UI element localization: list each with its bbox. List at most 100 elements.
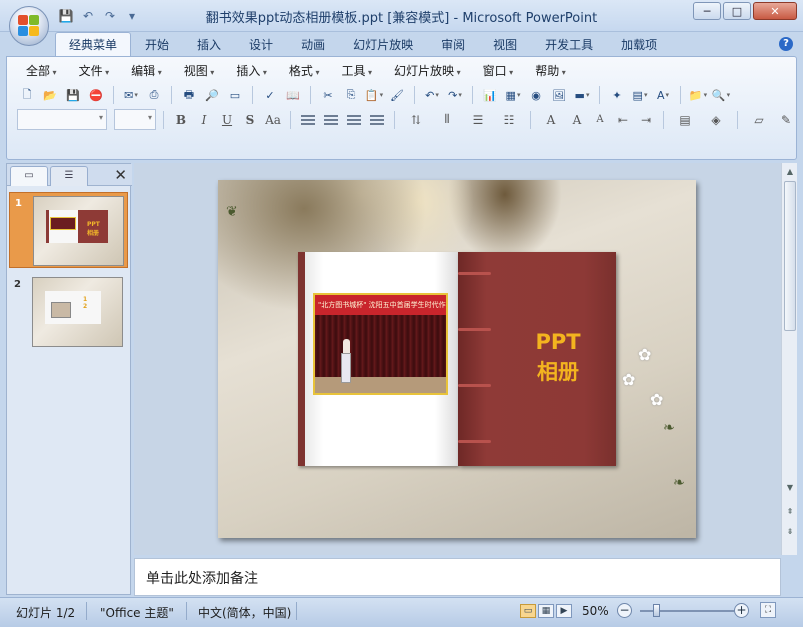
tab-slide-show[interactable]: 幻灯片放映	[339, 32, 427, 57]
save-toolbar-icon[interactable]: 💾	[63, 85, 83, 105]
shapes-icon[interactable]: ◈	[702, 110, 730, 130]
tab-insert[interactable]: 插入	[183, 32, 235, 57]
tab-review[interactable]: 审阅	[427, 32, 479, 57]
chart-icon[interactable]: 📊	[480, 85, 500, 105]
align-left-icon[interactable]	[298, 110, 318, 130]
format-painter-icon[interactable]: 🖌	[387, 85, 407, 105]
language-indicator[interactable]: 中文(简体，中国)	[198, 604, 291, 621]
underline-button[interactable]: U	[217, 110, 237, 130]
menu-edit[interactable]: 编辑	[122, 63, 171, 81]
menu-slide-show[interactable]: 幻灯片放映	[385, 63, 470, 81]
close-button[interactable]: ✕	[753, 2, 797, 20]
tab-slides[interactable]: ▭	[10, 166, 48, 186]
zoom-out-icon[interactable]: −	[617, 603, 632, 618]
scroll-thumb[interactable]	[784, 181, 796, 331]
increase-indent-icon[interactable]: ⇥	[636, 110, 656, 130]
tab-outline[interactable]: ☰	[50, 166, 88, 186]
zoom-in-icon[interactable]: +	[734, 603, 749, 618]
spelling-icon[interactable]: ✓	[260, 85, 280, 105]
theme-name[interactable]: "Office 主题"	[100, 604, 174, 621]
italic-button[interactable]: I	[194, 110, 214, 130]
help-icon[interactable]: ?	[779, 37, 793, 51]
shadow-button[interactable]: S	[240, 110, 260, 130]
scroll-down-icon[interactable]: ▼	[783, 481, 797, 495]
menu-format[interactable]: 格式	[280, 63, 329, 81]
undo-toolbar-icon[interactable]: ↶	[422, 85, 442, 105]
align-right-icon[interactable]	[344, 110, 364, 130]
font-name-combo[interactable]	[17, 109, 107, 130]
research-icon[interactable]: 📖	[283, 85, 303, 105]
redo-toolbar-icon[interactable]: ↷	[445, 85, 465, 105]
attach-icon[interactable]: ✉	[121, 85, 141, 105]
shape-fill-icon[interactable]: ▱	[745, 110, 773, 130]
maximize-button[interactable]: □	[723, 2, 751, 20]
menu-file[interactable]: 文件	[70, 63, 119, 81]
tab-add-ins[interactable]: 加载项	[607, 32, 671, 57]
new-slide-icon[interactable]: ✦	[607, 85, 627, 105]
publish-icon[interactable]: ⎙	[144, 85, 164, 105]
align-center-icon[interactable]	[321, 110, 341, 130]
previous-slide-icon[interactable]: ⇞	[783, 505, 797, 519]
vertical-scrollbar[interactable]: ▲ ▼ ⇞ ⇟	[781, 163, 797, 555]
menu-insert[interactable]: 插入	[227, 63, 276, 81]
menu-all[interactable]: 全部	[17, 63, 66, 81]
slide-thumbnail-2[interactable]: 2 12	[9, 274, 128, 350]
grayscale-icon[interactable]: ▬	[572, 85, 592, 105]
folder-icon[interactable]: 📁	[688, 85, 708, 105]
decrease-indent-icon[interactable]: ⇤	[613, 110, 633, 130]
find-icon[interactable]: 🔍	[711, 85, 731, 105]
clipart-icon[interactable]: ◉	[526, 85, 546, 105]
menu-view[interactable]: 视图	[175, 63, 224, 81]
picture-icon[interactable]: 🖼	[549, 85, 569, 105]
print-icon[interactable]: 🖶	[179, 85, 199, 105]
zoom-level[interactable]: 50%	[582, 604, 609, 618]
album-photo[interactable]: "北方图书城杯" 沈阳五中首届学生时代作品大赛	[313, 293, 448, 395]
permission-icon[interactable]: ⛔	[86, 85, 106, 105]
numbering-icon[interactable]: ☰	[464, 110, 492, 130]
office-button[interactable]	[9, 6, 49, 46]
slide-show-icon[interactable]: ▶	[556, 604, 572, 618]
bold-button[interactable]: B	[171, 110, 191, 130]
fit-to-window-icon[interactable]: ⛶	[760, 602, 776, 618]
font-size-combo[interactable]	[114, 109, 156, 130]
shrink-font-button[interactable]: A	[590, 110, 610, 130]
text-direction-icon[interactable]: ⇅	[402, 110, 430, 130]
slide-canvas[interactable]: ❦ ✿ ✿ ✿ ❧ ❧ "北方图书城杯" 沈阳五中首届学生时代作品大赛 PPT …	[218, 180, 696, 538]
tab-developer[interactable]: 开发工具	[531, 32, 607, 57]
notes-pane[interactable]: 单击此处添加备注	[134, 558, 781, 596]
font-color-button[interactable]: A	[538, 110, 564, 130]
justify-icon[interactable]	[367, 110, 387, 130]
slide-view-icon[interactable]: ▭	[225, 85, 245, 105]
zoom-slider-knob[interactable]	[653, 604, 660, 617]
tab-animations[interactable]: 动画	[287, 32, 339, 57]
next-slide-icon[interactable]: ⇟	[783, 525, 797, 539]
tab-design[interactable]: 设计	[235, 32, 287, 57]
menu-tools[interactable]: 工具	[332, 63, 381, 81]
bullets-icon[interactable]: ☷	[495, 110, 523, 130]
change-case-button[interactable]: Aa	[263, 110, 283, 130]
slide-sorter-icon[interactable]: ▦	[538, 604, 554, 618]
minimize-button[interactable]: ─	[693, 2, 721, 20]
cut-icon[interactable]: ✂	[318, 85, 338, 105]
copy-icon[interactable]: ⎘	[341, 85, 361, 105]
tab-view[interactable]: 视图	[479, 32, 531, 57]
text-box-icon[interactable]: A	[653, 85, 673, 105]
tab-classic-menu[interactable]: 经典菜单	[55, 32, 132, 57]
menu-window[interactable]: 窗口	[474, 63, 523, 81]
shape-outline-icon[interactable]: ✎	[776, 110, 796, 130]
print-preview-icon[interactable]: 🔎	[202, 85, 222, 105]
new-icon[interactable]: 🗋	[17, 85, 37, 105]
layout-icon[interactable]: ▤	[630, 85, 650, 105]
slide-title[interactable]: PPT 相册	[518, 327, 598, 387]
tab-home[interactable]: 开始	[131, 32, 183, 57]
columns-icon[interactable]: ⫴	[433, 110, 461, 130]
slide-thumbnail-1[interactable]: 1 PPT 相册	[9, 192, 128, 268]
scroll-up-icon[interactable]: ▲	[783, 165, 797, 179]
menu-help[interactable]: 帮助	[526, 63, 575, 81]
grow-font-button[interactable]: A	[567, 110, 587, 130]
close-pane-icon[interactable]: ✕	[114, 166, 127, 184]
normal-view-icon[interactable]: ▭	[520, 604, 536, 618]
open-icon[interactable]: 📂	[40, 85, 60, 105]
table-icon[interactable]: ▦	[503, 85, 523, 105]
paste-icon[interactable]: 📋	[364, 85, 384, 105]
